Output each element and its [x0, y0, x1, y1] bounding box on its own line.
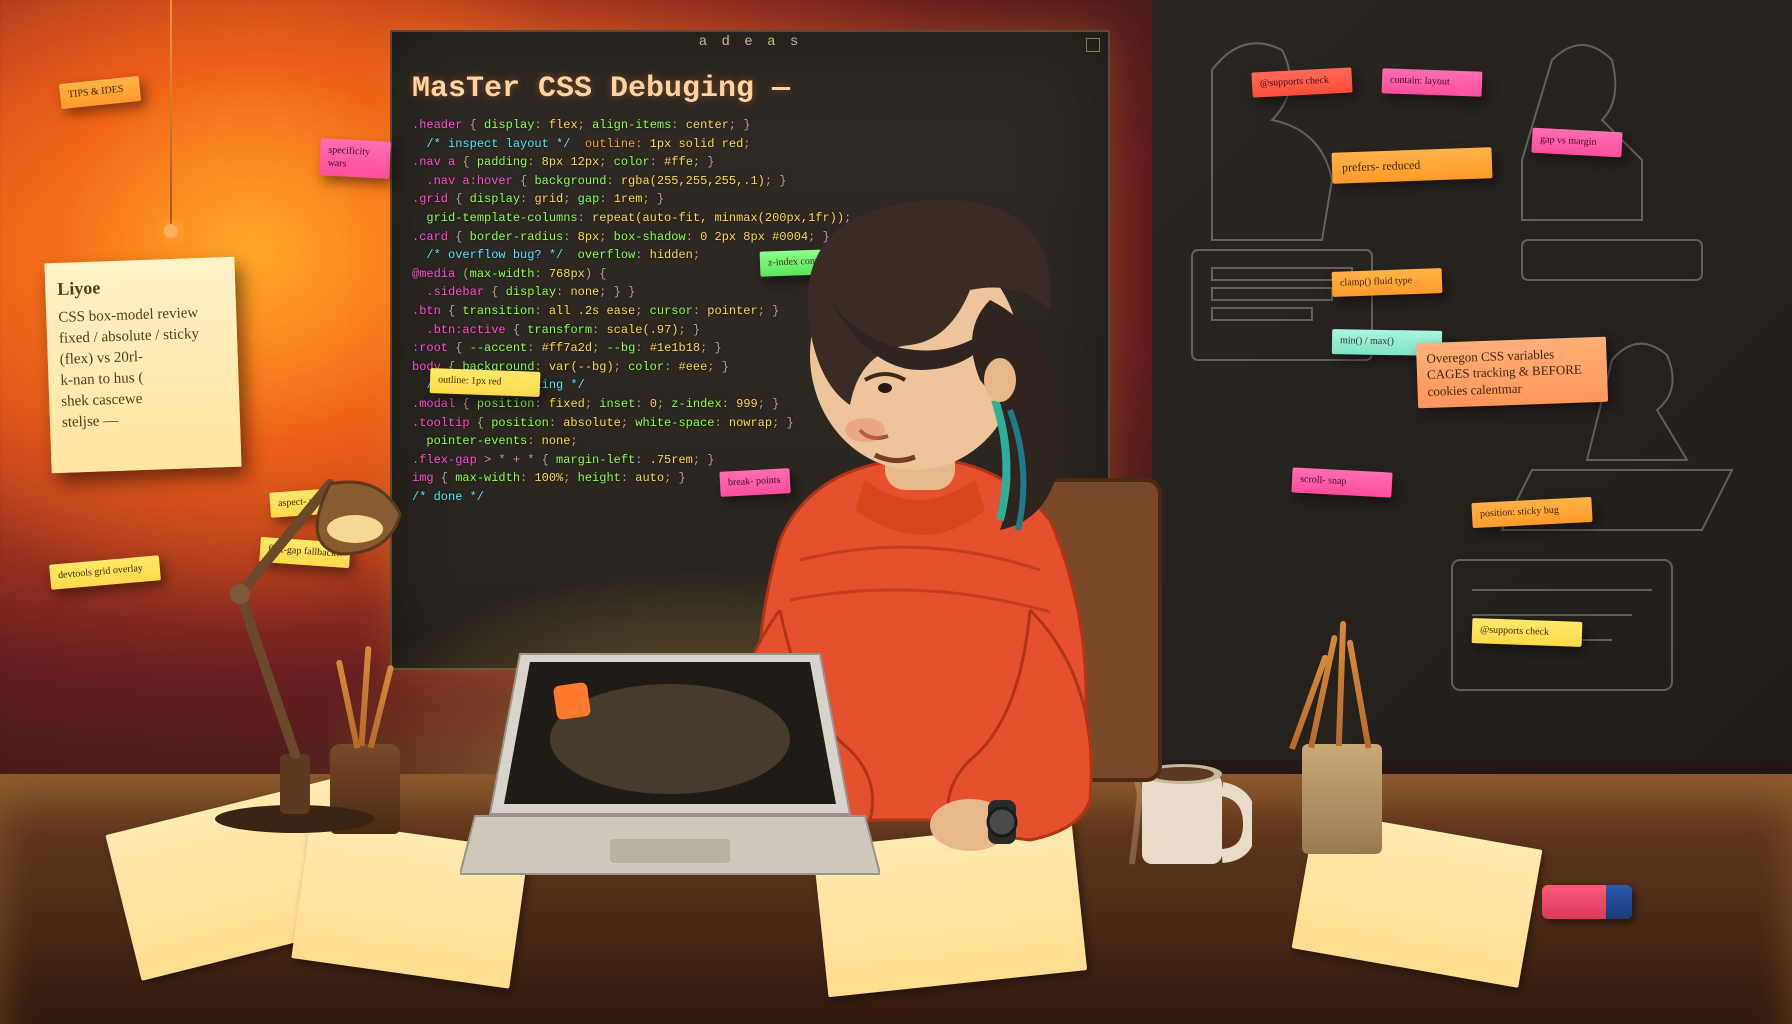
sticky-note: TIPS & IDES: [59, 76, 141, 109]
pencil-cup-right: [1302, 744, 1382, 854]
editor-title: MasTer CSS Debuging —: [412, 72, 1088, 106]
pencil-icon: [336, 659, 361, 748]
eraser: [1542, 885, 1632, 919]
sticky-note: specificity wars: [319, 138, 391, 179]
sticky-note: prefers- reduced: [1332, 147, 1493, 184]
sticky-note: break- points: [719, 468, 790, 496]
sticky-note: @supports check: [1251, 67, 1352, 97]
sticky-note: scroll- snap: [1291, 467, 1392, 497]
sticky-note: contain: layout: [1382, 68, 1483, 96]
sticky-note: position: sticky bug: [1471, 497, 1592, 528]
sticky-note: clamp() fluid type: [1332, 268, 1443, 296]
pencil-icon: [368, 665, 394, 749]
hanging-cord: [170, 0, 172, 230]
sticky-note: aspect- ratio: [269, 487, 351, 517]
hanging-cord-end: [164, 224, 178, 238]
sticky-note: gap vs margin: [1531, 128, 1622, 157]
editor-tab-label: a d e a s: [685, 30, 816, 54]
sticky-note: Overegon CSS variables CAGES tracking & …: [1416, 337, 1608, 408]
sticky-note: outline: 1px red: [430, 368, 541, 396]
pencil-icon: [1336, 621, 1346, 746]
code-editor-window: a d e a s MasTer CSS Debuging — .header …: [390, 30, 1110, 670]
sticky-note: z-index context: [760, 248, 861, 276]
editor-close-icon: [1086, 38, 1100, 52]
code-body: .header { display: flex; align-items: ce…: [412, 116, 1088, 506]
pencil-cup-left: [330, 744, 400, 834]
sticky-note: @supports check: [1472, 618, 1583, 646]
pinned-note-body: CSS box-model reviewfixed / absolute / s…: [58, 302, 228, 434]
pinned-note-left: Liyoe CSS box-model reviewfixed / absolu…: [44, 257, 241, 474]
desk-paper: [813, 821, 1087, 997]
pencil-icon: [1346, 639, 1371, 748]
pencil-icon: [359, 646, 372, 746]
sticky-note: devtools grid overlay: [49, 555, 161, 589]
sticky-note: flex-gap fallback!: [259, 537, 350, 568]
pinned-note-title: Liyoe: [57, 271, 224, 302]
